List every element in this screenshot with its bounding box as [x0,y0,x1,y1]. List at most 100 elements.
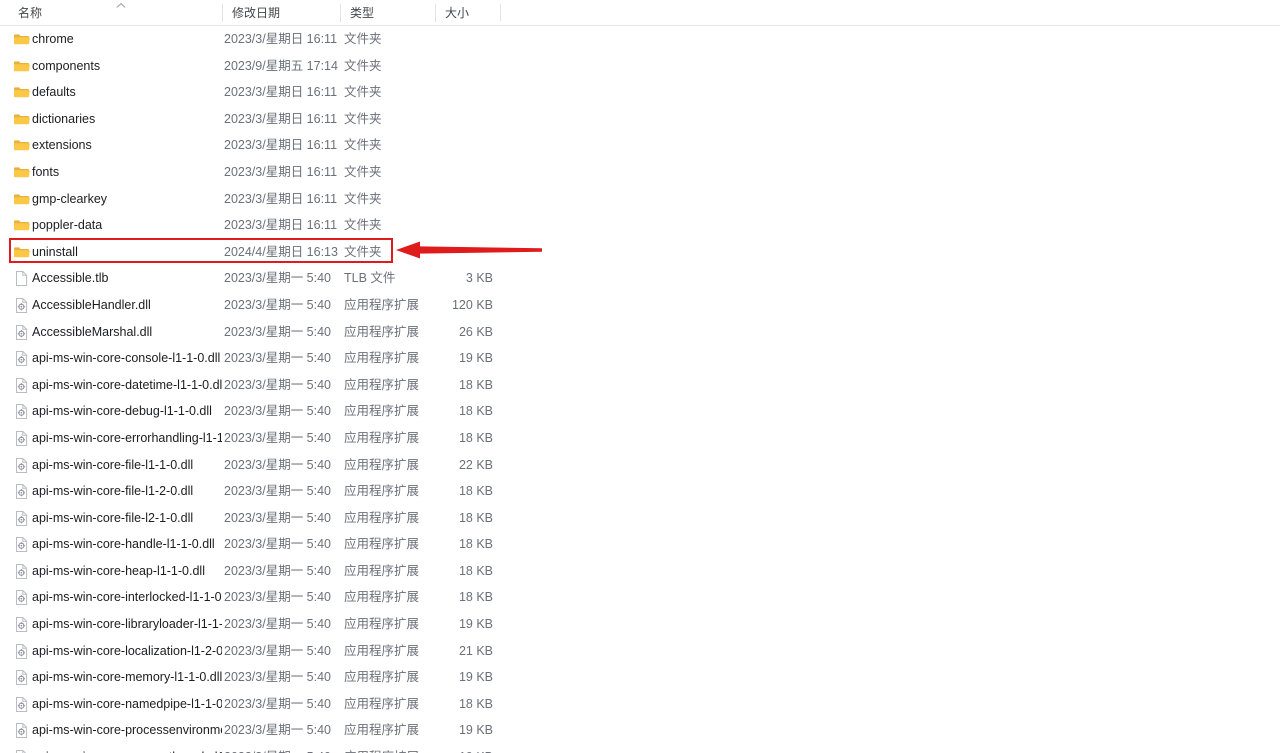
dll-icon [13,457,30,474]
dll-icon [13,722,30,739]
file-list-row[interactable]: api-ms-win-core-console-l1-1-0.dll 2023/3… [0,345,1280,372]
row-date-modified: 2023/3/星期一 5:40 [224,670,332,685]
row-date-modified: 2023/3/星期一 5:40 [224,643,332,658]
row-date-modified: 2023/3/星期一 5:40 [224,351,332,366]
folder-icon [13,58,30,75]
row-size [420,106,493,133]
row-size [420,239,493,266]
file-list-row[interactable]: chrome 2023/3/星期日 16:11 文件夹 [0,26,1280,53]
column-header-date-modified[interactable]: 修改日期 [222,0,340,26]
dll-icon [13,324,30,341]
folder-icon [13,217,30,234]
row-name: api-ms-win-core-debug-l1-1-0.dll [32,404,212,419]
row-size [420,79,493,106]
row-name: api-ms-win-core-file-l1-1-0.dll [32,457,194,472]
file-list-row[interactable]: api-ms-win-core-localization-l1-2-0.dll 2… [0,638,1280,665]
dll-icon [13,669,30,686]
row-name: uninstall [32,244,78,259]
file-list-row[interactable]: dictionaries 2023/3/星期日 16:11 文件夹 [0,106,1280,133]
row-name: gmp-clearkey [32,191,108,206]
row-date-modified: 2023/3/星期一 5:40 [224,563,332,578]
folder-icon [13,164,30,181]
row-size: 18 KB [458,563,493,578]
row-size: 26 KB [458,324,493,339]
row-date-modified: 2023/3/星期一 5:40 [224,696,332,711]
file-list-row[interactable]: api-ms-win-core-namedpipe-l1-1-0.dll 2023… [0,691,1280,718]
column-header-size[interactable]: 大小 [435,0,500,26]
row-size: 19 KB [458,723,493,738]
column-header-type[interactable]: 类型 [340,0,435,26]
file-list-row[interactable]: api-ms-win-core-processenvironmen...2023… [0,717,1280,744]
folder-icon [13,84,30,101]
row-date-modified: 2023/3/星期一 5:40 [224,537,332,552]
file-list-row[interactable]: gmp-clearkey 2023/3/星期日 16:11 文件夹 [0,186,1280,213]
row-date-modified: 2023/3/星期一 5:40 [224,457,332,472]
row-date-modified: 2023/3/星期日 16:11 [224,218,338,233]
row-size [420,159,493,186]
row-date-modified: 2023/3/星期一 5:40 [224,590,332,605]
column-header-type-label: 类型 [350,6,375,20]
file-list-row[interactable]: api-ms-win-core-file-l2-1-0.dll 2023/3/星期… [0,505,1280,532]
file-list-row[interactable]: components 2023/9/星期五 17:14 文件夹 [0,53,1280,80]
file-list-row[interactable]: api-ms-win-core-processthreads-l1-1...20… [0,744,1280,753]
file-list-row[interactable]: api-ms-win-core-datetime-l1-1-0.dll 2023/… [0,372,1280,399]
file-list-row[interactable]: api-ms-win-core-handle-l1-1-0.dll 2023/3/… [0,531,1280,558]
dll-icon [13,510,30,527]
file-list-row[interactable]: api-ms-win-core-errorhandling-l1-1-... 20… [0,425,1280,452]
sort-ascending-icon [114,1,128,10]
column-header-row: 名称 修改日期 类型 大小 [0,0,1280,26]
file-list-row[interactable]: defaults 2023/3/星期日 16:11 文件夹 [0,79,1280,106]
row-size [420,186,493,213]
row-date-modified: 2024/4/星期日 16:13 [224,244,338,259]
row-date-modified: 2023/3/星期一 5:40 [224,617,332,632]
row-name: api-ms-win-core-localization-l1-2-0.dll [32,643,222,658]
row-name: api-ms-win-core-file-l2-1-0.dll [32,510,194,525]
file-list-row[interactable]: api-ms-win-core-memory-l1-1-0.dll 2023/3/… [0,664,1280,691]
row-size: 120 KB [451,297,493,312]
row-name: poppler-data [32,218,103,233]
row-name: api-ms-win-core-heap-l1-1-0.dll [32,563,205,578]
file-list-row[interactable]: api-ms-win-core-heap-l1-1-0.dll 2023/3/星期… [0,558,1280,585]
file-list-row[interactable]: uninstall 2024/4/星期日 16:13 文件夹 [0,239,1280,266]
file-list-row[interactable]: Accessible.tlb 2023/3/星期一 5:40 TLB 文件 3 KB [0,265,1280,292]
row-size: 3 KB [465,271,493,286]
row-name: api-ms-win-core-processthreads-l1-1... [32,744,222,753]
folder-icon [13,137,30,154]
column-header-size-label: 大小 [445,6,470,20]
row-name: api-ms-win-core-file-l1-2-0.dll [32,484,194,499]
row-size [420,212,493,239]
file-list-row[interactable]: api-ms-win-core-libraryloader-l1-1-0... 2… [0,611,1280,638]
file-list-row[interactable]: api-ms-win-core-interlocked-l1-1-0.dll 20… [0,584,1280,611]
dll-icon [13,643,30,660]
row-size: 21 KB [458,643,493,658]
row-name: chrome [32,32,74,46]
row-name: api-ms-win-core-console-l1-1-0.dll [32,351,221,366]
row-name: api-ms-win-core-memory-l1-1-0.dll [32,670,222,685]
row-date-modified: 2023/3/星期日 16:11 [224,164,338,179]
file-list-row[interactable]: AccessibleHandler.dll 2023/3/星期一 5:40 应用程序… [0,292,1280,319]
row-name: defaults [32,85,76,100]
file-list-row[interactable]: api-ms-win-core-file-l1-2-0.dll 2023/3/星期… [0,478,1280,505]
dll-icon [13,297,30,314]
row-name: extensions [32,138,92,153]
file-list-row[interactable]: fonts 2023/3/星期日 16:11 文件夹 [0,159,1280,186]
row-name: Accessible.tlb [32,271,109,286]
row-size: 18 KB [458,537,493,552]
row-size: 18 KB [458,510,493,525]
row-size: 19 KB [458,617,493,632]
row-date-modified: 2023/3/星期一 5:40 [224,324,332,339]
folder-icon [13,191,30,208]
file-list-row[interactable]: AccessibleMarshal.dll 2023/3/星期一 5:40 应用程序… [0,319,1280,346]
file-list-row[interactable]: poppler-data 2023/3/星期日 16:11 文件夹 [0,212,1280,239]
dll-icon [13,483,30,500]
dll-icon [13,616,30,633]
file-list-row[interactable]: extensions 2023/3/星期日 16:11 文件夹 [0,132,1280,159]
row-name: api-ms-win-core-interlocked-l1-1-0.dll [32,590,222,605]
file-list-row[interactable]: api-ms-win-core-file-l1-1-0.dll 2023/3/星期… [0,452,1280,479]
file-list-row[interactable]: api-ms-win-core-debug-l1-1-0.dll 2023/3/星… [0,398,1280,425]
row-name: fonts [32,164,60,179]
file-list[interactable]: chrome 2023/3/星期日 16:11 文件夹 components 2023/… [0,26,1280,753]
row-date-modified: 2023/3/星期一 5:40 [224,297,332,312]
dll-icon [13,403,30,420]
row-date-modified: 2023/3/星期一 5:40 [224,723,332,738]
